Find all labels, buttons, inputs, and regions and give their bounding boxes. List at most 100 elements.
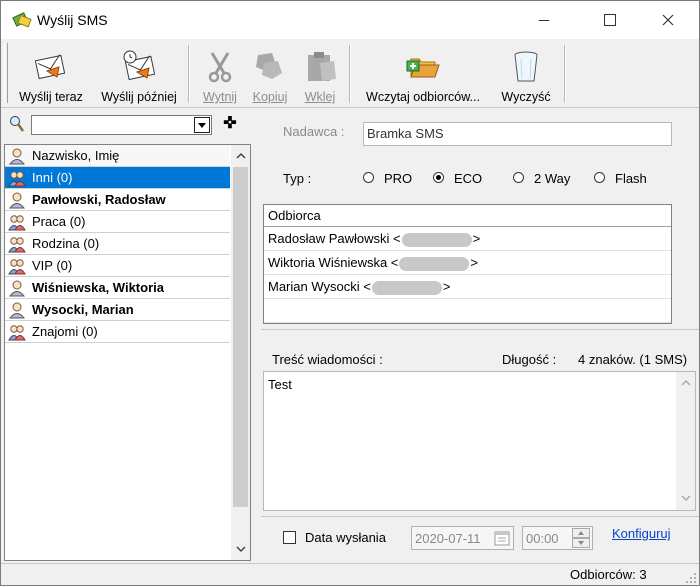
copy-button[interactable]: Kopiuj <box>247 45 293 105</box>
contact-list-item[interactable]: VIP (0) <box>5 255 230 277</box>
scissors-icon <box>208 52 232 83</box>
recipient-row-empty[interactable] <box>264 299 671 323</box>
radio-checked-icon <box>433 172 444 183</box>
toolbar-grip[interactable] <box>4 43 8 103</box>
recipient-cell: Marian Wysocki < > <box>268 279 450 295</box>
folder-open-icon <box>406 58 440 78</box>
chevron-down-icon[interactable] <box>194 117 210 133</box>
paste-button[interactable]: Wklej <box>297 45 343 105</box>
contacts-list[interactable]: Nazwisko, Imię Inni (0) Pawłowski, Radosł… <box>4 144 251 561</box>
resize-grip-icon[interactable] <box>685 572 697 584</box>
section-divider <box>261 329 699 330</box>
send-now-label: Wyślij teraz <box>19 90 83 104</box>
sender-value: Bramka SMS <box>367 126 444 141</box>
clear-button[interactable]: Wyczyść <box>493 45 559 105</box>
recipients-grid-header[interactable]: Odbiorca <box>264 205 671 227</box>
minimize-button[interactable] <box>521 1 567 39</box>
maximize-icon <box>604 14 616 26</box>
configure-link[interactable]: Konfiguruj <box>612 526 671 541</box>
redacted-number <box>371 280 442 295</box>
send-time-value: 00:00 <box>526 531 559 546</box>
contacts-header-label: Nazwisko, Imię <box>32 148 120 163</box>
clear-label: Wyczyść <box>501 90 551 104</box>
envelope-send-icon <box>34 54 66 80</box>
search-icon <box>10 116 25 132</box>
cut-label: Wytnij <box>203 90 237 104</box>
redacted-number <box>401 232 472 247</box>
type-option-label: ECO <box>454 171 483 186</box>
send-time-picker[interactable]: 00:00 <box>522 526 593 550</box>
message-scrollbar[interactable] <box>676 372 695 510</box>
contact-label: Inni (0) <box>32 170 73 185</box>
redacted-number <box>399 256 470 271</box>
toolbar-separator <box>188 45 190 103</box>
contact-list-item[interactable]: Znajomi (0) <box>5 321 230 343</box>
chevron-down-icon[interactable] <box>680 492 692 504</box>
calendar-icon[interactable] <box>494 530 510 546</box>
add-contact-icon[interactable]: ✜ <box>223 116 237 132</box>
chevron-up-icon[interactable] <box>680 377 692 389</box>
recipient-row[interactable]: Wiktoria Wiśniewska < > <box>264 251 671 275</box>
title-bar: Wyślij SMS <box>1 1 699 39</box>
group-icon <box>8 325 26 341</box>
recipient-name: Radosław Pawłowski < <box>268 231 401 246</box>
maximize-button[interactable] <box>587 1 633 39</box>
chevron-up-icon[interactable] <box>235 150 247 162</box>
contact-label: Pawłowski, Radosław <box>32 192 166 207</box>
recipient-cell: Radosław Pawłowski < > <box>268 231 480 247</box>
cut-button[interactable]: Wytnij <box>197 45 243 105</box>
send-date-label: Data wysłania <box>305 530 386 545</box>
contacts-scroll-thumb[interactable] <box>233 167 248 507</box>
minimize-icon <box>539 19 549 21</box>
sender-field[interactable]: Bramka SMS <box>363 122 672 146</box>
send-date-value: 2020-07-11 <box>415 531 481 546</box>
contact-list-item[interactable]: Inni (0) <box>5 167 230 189</box>
toolbar-separator <box>349 45 351 103</box>
length-label: Długość : <box>502 352 557 367</box>
envelope-clock-icon <box>123 50 156 81</box>
close-button[interactable] <box>645 1 691 39</box>
contact-list-item[interactable]: Wiśniewska, Wiktoria <box>5 277 230 299</box>
contact-list-item[interactable]: Rodzina (0) <box>5 233 230 255</box>
recipient-row[interactable]: Radosław Pawłowski < > <box>264 227 671 251</box>
send-later-button[interactable]: Wyślij później <box>94 45 184 105</box>
load-recipients-button[interactable]: Wczytaj odbiorców... <box>357 45 489 105</box>
recipient-suffix: > <box>442 279 451 294</box>
recipient-row[interactable]: Marian Wysocki < > <box>264 275 671 299</box>
send-date-picker[interactable]: 2020-07-11 <box>411 526 514 550</box>
contact-list-item[interactable]: Pawłowski, Radosław <box>5 189 230 211</box>
toolbar: Wyślij teraz Wyślij później Wytnij Kopiu… <box>1 39 699 108</box>
contacts-list-header[interactable]: Nazwisko, Imię <box>5 145 230 167</box>
message-textarea[interactable]: Test <box>263 371 696 511</box>
contact-search-combo[interactable] <box>31 115 212 135</box>
radio-icon <box>363 172 374 183</box>
recipient-name: Wiktoria Wiśniewska < <box>268 255 399 270</box>
message-label: Treść wiadomości : <box>272 352 383 367</box>
chevron-down-icon[interactable] <box>235 543 247 555</box>
group-icon <box>8 215 26 231</box>
send-now-button[interactable]: Wyślij teraz <box>11 45 91 105</box>
type-option-label: 2 Way <box>534 171 571 186</box>
send-date-checkbox[interactable] <box>283 531 296 544</box>
group-icon <box>8 259 26 275</box>
contact-list-item[interactable]: Praca (0) <box>5 211 230 233</box>
send-later-label: Wyślij później <box>101 90 177 104</box>
recipients-count: Odbiorców: 3 <box>570 567 647 582</box>
contact-label: Wiśniewska, Wiktoria <box>32 280 164 295</box>
trash-bin-icon <box>514 51 538 82</box>
radio-icon <box>513 172 524 183</box>
contacts-scrollbar[interactable] <box>231 145 250 560</box>
window-title: Wyślij SMS <box>37 12 108 28</box>
paste-label: Wklej <box>304 90 336 104</box>
spinner-icon[interactable] <box>572 528 590 548</box>
contact-list-item[interactable]: Wysocki, Marian <box>5 299 230 321</box>
toolbar-separator <box>564 45 566 103</box>
length-value: 4 znaków. (1 SMS) <box>578 352 688 367</box>
section-divider <box>261 516 699 517</box>
recipients-grid[interactable]: Odbiorca Radosław Pawłowski < > Wiktoria W… <box>263 204 672 324</box>
radio-icon <box>594 172 605 183</box>
clipboard-icon <box>308 52 336 81</box>
message-text: Test <box>268 377 292 392</box>
type-option-label: PRO <box>384 171 413 186</box>
copy-icon <box>256 53 282 79</box>
